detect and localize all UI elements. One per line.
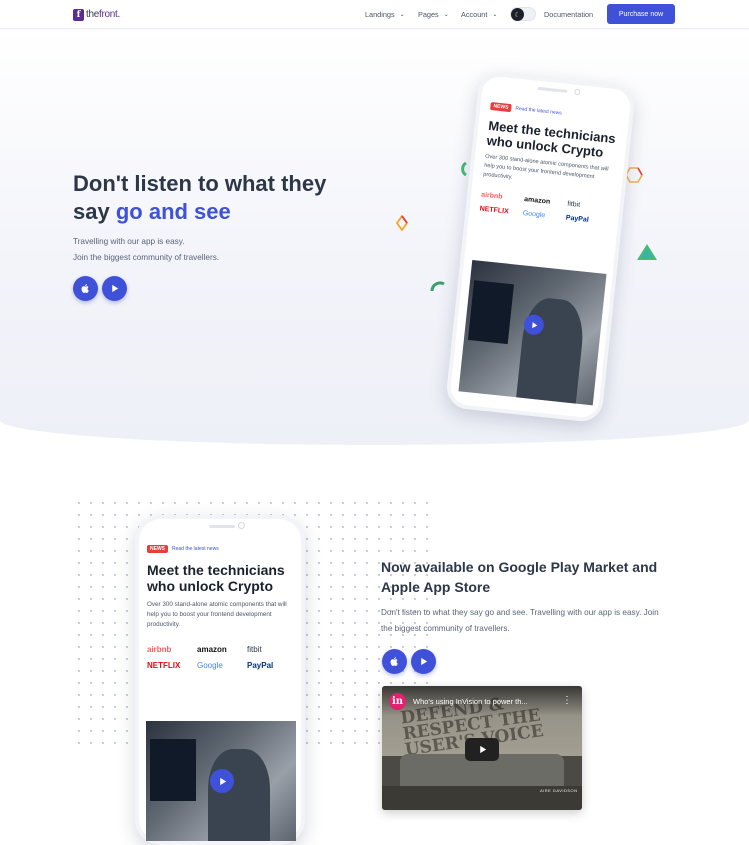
play-icon: [479, 745, 486, 754]
play-icon: [219, 777, 226, 785]
person-image: [208, 749, 270, 841]
arc-shape-icon: [461, 162, 467, 176]
app-phone-mockup: NEWS Read the latest news Meet the techni…: [135, 515, 305, 845]
channel-avatar[interactable]: in: [389, 693, 406, 710]
video-title[interactable]: Who's using InVision to power th...: [413, 697, 528, 706]
logo-mark: f: [73, 8, 84, 21]
logo-text: thefront.: [86, 9, 121, 20]
section-text: Don't listen to what they say go and see…: [381, 608, 659, 633]
phone-speaker: [209, 525, 235, 528]
brand-logos: airbnb amazon fitbit NETFLIX Google PayP…: [479, 192, 610, 226]
play-icon: [531, 321, 537, 328]
nav-item-landings-label: Landings: [365, 10, 395, 19]
nav-item-account[interactable]: Account ⌄: [461, 10, 497, 19]
theme-toggle[interactable]: ☾: [510, 7, 536, 21]
top-navbar: f thefront. Landings ⌄ Pages ⌄ Account ⌄…: [0, 0, 749, 29]
hero-title-accent: go and see: [115, 199, 231, 224]
news-link: Read the latest news: [515, 105, 563, 117]
video-play-button[interactable]: [210, 769, 234, 793]
play-icon: [421, 657, 428, 666]
phone-camera: [238, 522, 245, 529]
embedded-video[interactable]: DEFEND & RESPECT THE USER'S VOICE in Who…: [382, 686, 582, 810]
brand-logos: airbnb amazon fitbit NETFLIX Google PayP…: [147, 645, 297, 670]
section-title: Now available on Google Play Market and …: [381, 559, 658, 595]
nav-item-landings[interactable]: Landings ⌄: [365, 10, 405, 19]
news-badge: NEWS: [490, 102, 512, 113]
play-store-button[interactable]: [411, 649, 436, 674]
phone-article-title: Meet the technicians who unlock Crypto: [147, 562, 285, 594]
hero-title: Don't listen to what they say go and see: [73, 170, 353, 226]
chevron-down-icon: ⌄: [399, 12, 405, 18]
purchase-button[interactable]: Purchase now: [607, 4, 675, 24]
app-store-button[interactable]: [382, 649, 407, 674]
phone-camera: [574, 88, 581, 96]
diamond-shape-icon: [395, 215, 409, 231]
netflix-logo: NETFLIX: [147, 661, 181, 670]
arc-shape-icon: [430, 281, 445, 292]
phone-news-content: NEWS Read the latest news Meet the techni…: [479, 94, 621, 226]
amazon-logo: amazon: [523, 196, 551, 206]
phone-article-text: Over 300 stand-alone atomic components t…: [147, 601, 287, 628]
nav-item-pages-label: Pages: [418, 10, 439, 19]
moon-icon: ☾: [511, 8, 524, 21]
logo[interactable]: f thefront.: [73, 8, 120, 21]
monitor-image: [150, 739, 196, 801]
nav-item-account-label: Account: [461, 10, 488, 19]
phone-news-content: NEWS Read the latest news Meet the techni…: [147, 537, 297, 670]
news-badge: NEWS: [147, 545, 168, 553]
google-logo: Google: [197, 661, 223, 670]
documentation-link[interactable]: Documentation: [544, 10, 593, 19]
fitbit-logo: fitbit: [566, 200, 581, 209]
paypal-logo: PayPal: [565, 214, 590, 224]
phone-video-thumbnail[interactable]: [458, 259, 607, 406]
hero-subtitle-line: Travelling with our app is easy.: [73, 237, 185, 246]
app-store-button[interactable]: [73, 276, 98, 301]
apple-icon: [390, 657, 398, 666]
play-store-button[interactable]: [102, 276, 127, 301]
fitbit-logo: fitbit: [247, 645, 262, 654]
play-icon: [112, 284, 119, 293]
paypal-logo: PayPal: [247, 661, 274, 670]
airbnb-logo: airbnb: [480, 191, 503, 201]
hero-subtitle: Travelling with our app is easy. Join th…: [73, 234, 219, 266]
phone-speaker: [537, 86, 568, 93]
video-caption: AIRE DAVIDSON: [540, 788, 578, 793]
hero-subtitle-line: Join the biggest community of travellers…: [73, 253, 220, 262]
chevron-down-icon: ⌄: [443, 12, 449, 18]
news-link: Read the latest news: [172, 546, 219, 552]
more-options-icon[interactable]: ⋮: [562, 695, 572, 706]
triangle-shape-icon: [637, 244, 657, 260]
airbnb-logo: airbnb: [147, 645, 172, 654]
hexagon-shape-icon: [625, 167, 643, 183]
nav-item-pages[interactable]: Pages ⌄: [418, 10, 449, 19]
apple-icon: [81, 284, 89, 293]
chevron-down-icon: ⌄: [492, 12, 498, 18]
monitor-image: [467, 280, 514, 345]
phone-video-thumbnail[interactable]: [146, 721, 296, 841]
video-play-button[interactable]: [465, 738, 499, 761]
amazon-logo: amazon: [197, 645, 227, 654]
person-image: [515, 295, 587, 406]
google-logo: Google: [522, 209, 546, 220]
netflix-logo: NETFLIX: [479, 205, 510, 216]
